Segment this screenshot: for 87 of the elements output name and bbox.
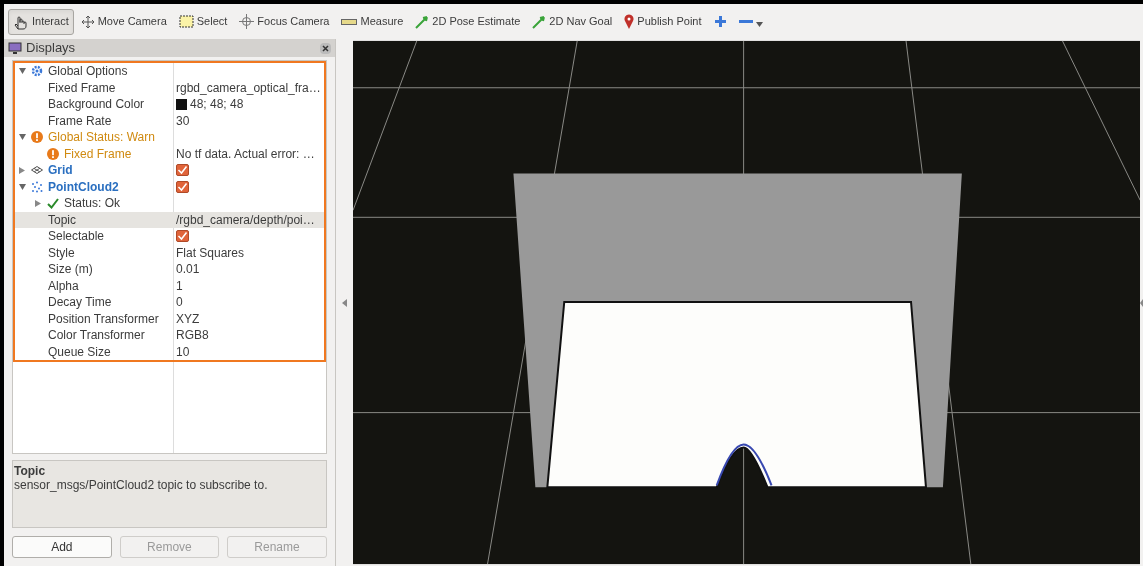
expand-arrow-icon[interactable]: [18, 68, 26, 75]
property-name: Size (m): [47, 261, 93, 279]
property-value: XYZ: [176, 310, 200, 328]
property-value: 30: [176, 112, 190, 130]
property-value: 10: [176, 343, 190, 361]
checkbox[interactable]: [176, 164, 189, 177]
checkbox[interactable]: [176, 230, 189, 243]
tree-row[interactable]: Background Color 48; 48; 48: [15, 96, 324, 113]
collapse-arrow-icon[interactable]: [35, 199, 41, 207]
property-name: Background Color: [47, 96, 145, 114]
plus-icon: [713, 15, 727, 28]
property-value: RGB8: [176, 327, 209, 345]
property-name: Position Transformer: [47, 310, 159, 328]
property-name: Fixed Frame: [47, 79, 116, 97]
close-button[interactable]: [319, 42, 331, 54]
expand-arrow-icon[interactable]: [18, 183, 26, 190]
property-name: Decay Time: [47, 294, 112, 312]
tool-button[interactable]: Interact: [8, 8, 74, 35]
tree-row[interactable]: Style Flat Squares: [15, 244, 324, 261]
tool-button[interactable]: Select: [173, 8, 233, 35]
crosshair-icon: [239, 14, 255, 29]
property-name: Grid: [47, 162, 73, 180]
property-name: Frame Rate: [47, 112, 112, 130]
collapse-arrow-icon[interactable]: [19, 166, 25, 174]
tree-row[interactable]: Size (m) 0.01: [15, 261, 324, 278]
property-value: rgbd_camera_optical_fra…: [176, 79, 321, 97]
gear-icon: [30, 65, 43, 78]
tree-row[interactable]: Alpha 1: [15, 277, 324, 294]
property-value: 1: [176, 277, 183, 295]
tool-button[interactable]: Publish Point: [619, 8, 707, 35]
property-name: Global Status: Warn: [47, 129, 155, 147]
tree-row[interactable]: Grid: [15, 162, 324, 179]
tree-row[interactable]: Color Transformer RGB8: [15, 327, 324, 344]
collapse-arrow-icon[interactable]: [1140, 298, 1143, 307]
description-text: sensor_msgs/PointCloud2 topic to subscribe to.: [14, 478, 269, 492]
tree-row[interactable]: Fixed Frame rgbd_camera_optical_fra…: [15, 79, 324, 96]
tool-button[interactable]: Focus Camera: [234, 8, 335, 35]
tree-row[interactable]: Position Transformer XYZ: [15, 310, 324, 327]
panel-button[interactable]: Add: [12, 536, 112, 558]
property-name: Fixed Frame: [63, 145, 132, 163]
tree-row[interactable]: Global Options: [15, 63, 324, 80]
tree-row[interactable]: Frame Rate 30: [15, 112, 324, 129]
tree-row[interactable]: Queue Size 10: [15, 343, 324, 360]
tree-row[interactable]: Selectable: [15, 228, 324, 245]
map-pin-icon: [624, 14, 635, 29]
tool-button[interactable]: Move Camera: [75, 8, 172, 35]
property-value: 48; 48; 48: [190, 96, 244, 114]
panel-title: Displays: [26, 39, 77, 58]
property-name: Global Options: [47, 63, 128, 81]
tree-row[interactable]: Status: Ok: [15, 195, 324, 212]
monitor-icon: [8, 41, 22, 55]
tree-row[interactable]: PointCloud2: [15, 178, 324, 195]
expand-arrow-icon[interactable]: [18, 134, 26, 141]
grid-icon: [30, 166, 43, 175]
minus-icon: [738, 19, 753, 24]
property-name: Queue Size: [47, 343, 111, 361]
property-value: 0: [176, 294, 183, 312]
diagonal-arrow-icon: [415, 14, 430, 29]
property-name: Alpha: [47, 277, 79, 295]
tree-row[interactable]: Topic /rgbd_camera/depth/poi…: [15, 211, 324, 228]
property-name: Style: [47, 244, 75, 262]
tool-button[interactable]: Measure: [336, 8, 409, 35]
property-name: Status: Ok: [63, 195, 121, 213]
ruler-icon: [341, 17, 358, 26]
tool-button[interactable]: 2D Nav Goal: [527, 8, 618, 35]
description-title: Topic: [14, 464, 47, 478]
property-name: PointCloud2: [47, 178, 119, 196]
point-cloud-icon: [30, 180, 43, 193]
tree-row[interactable]: Decay Time 0: [15, 294, 324, 311]
collapse-arrow-icon[interactable]: [341, 298, 347, 307]
property-value: No tf data. Actual error: …: [176, 145, 315, 163]
diagonal-arrow-icon: [532, 14, 547, 29]
checkbox[interactable]: [176, 180, 189, 193]
property-name: Selectable: [47, 228, 105, 246]
warning-icon: [30, 131, 43, 144]
property-value: /rgbd_camera/depth/poi…: [176, 211, 315, 229]
warning-icon: [46, 147, 59, 160]
property-name: Topic: [47, 211, 76, 229]
property-value: Flat Squares: [176, 244, 245, 262]
tool-button[interactable]: 2D Pose Estimate: [410, 8, 526, 35]
check-icon: [46, 197, 59, 209]
3d-viewport-drawing[interactable]: [352, 40, 1140, 565]
move-arrows-icon: [80, 14, 95, 29]
property-value: 0.01: [176, 261, 200, 279]
tree-row[interactable]: Fixed Frame No tf data. Actual error: …: [15, 145, 324, 162]
selection-rectangle-icon: [178, 15, 194, 28]
property-name: Color Transformer: [47, 327, 145, 345]
